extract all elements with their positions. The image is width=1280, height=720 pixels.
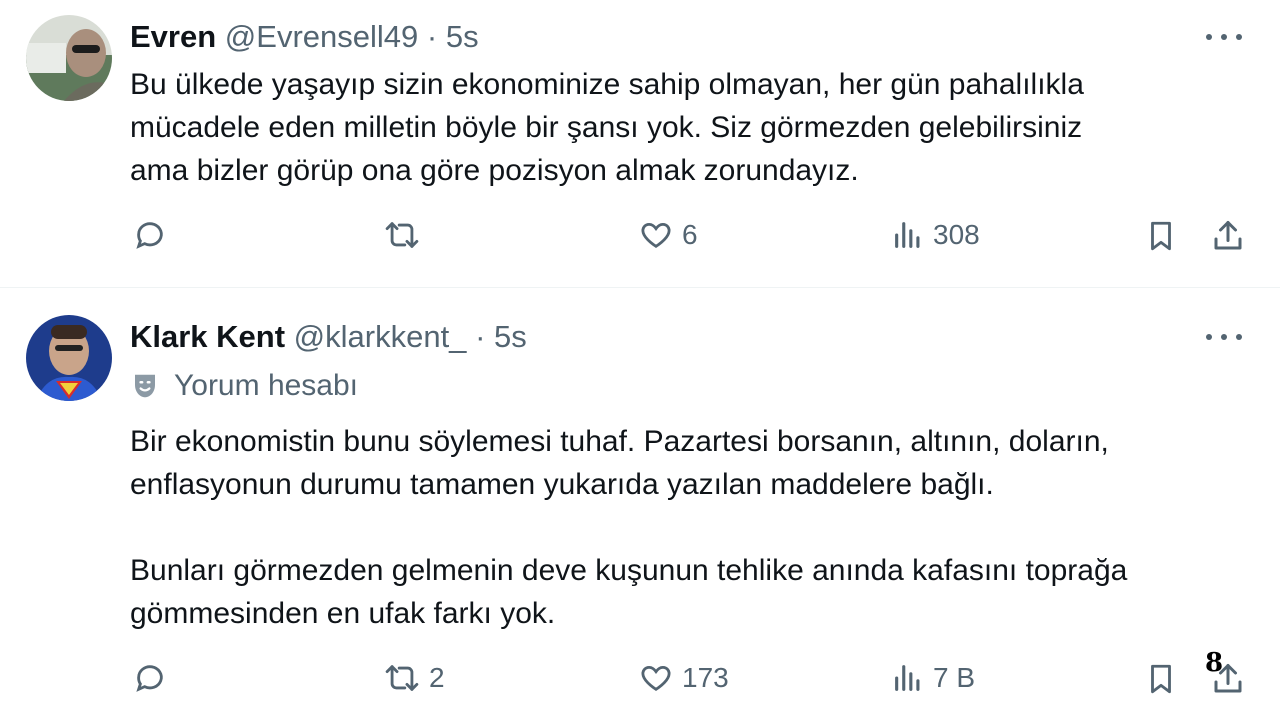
share-button[interactable] — [1210, 218, 1246, 254]
author-name[interactable]: Evren — [130, 19, 216, 54]
action-bar: 6 308 — [0, 218, 1280, 262]
overlay-number: 8 — [1205, 648, 1224, 678]
avatar[interactable] — [26, 315, 112, 401]
reply-icon — [136, 665, 163, 692]
separator: · — [475, 319, 486, 354]
retweet-icon — [385, 222, 419, 248]
action-bar: 2 173 7 B — [0, 661, 1280, 705]
tweet-text: Bu ülkede yaşayıp sizin ekonominize sahi… — [130, 68, 1084, 187]
tweet-header: Klark Kent @klarkkent_ · 5s — [130, 317, 527, 357]
like-count: 6 — [682, 219, 698, 250]
like-button[interactable]: 173 — [638, 661, 729, 695]
reply-icon — [136, 222, 163, 249]
bookmark-icon — [1151, 221, 1171, 251]
like-icon — [641, 222, 671, 248]
share-icon — [1214, 221, 1242, 250]
tweet-header: Evren @Evrensell49 · 5s — [130, 17, 479, 57]
views-count: 308 — [933, 219, 980, 250]
bookmark-button[interactable] — [1144, 661, 1178, 697]
views-icon — [895, 222, 920, 248]
views-count: 7 B — [933, 662, 976, 693]
retweet-count: 2 — [429, 662, 445, 693]
account-label: Yorum hesabı — [130, 369, 358, 403]
reply-button[interactable] — [133, 218, 175, 252]
separator: · — [426, 19, 438, 54]
tweet-text: Bir ekonomistin bunu söylemesi tuhaf. Pa… — [130, 425, 1128, 630]
author-handle[interactable]: @klarkkent_ — [294, 319, 467, 354]
retweet-icon — [385, 665, 419, 691]
parody-mask-icon — [135, 374, 155, 398]
like-button[interactable]: 6 — [638, 218, 698, 252]
views-button[interactable]: 7 B — [891, 661, 975, 695]
bookmark-icon — [1151, 664, 1171, 694]
retweet-button[interactable] — [383, 218, 429, 252]
bookmark-button[interactable] — [1144, 218, 1178, 254]
timestamp[interactable]: 5s — [494, 319, 527, 354]
avatar[interactable] — [26, 15, 112, 101]
tweet[interactable]: Evren @Evrensell49 · 5s Bu ülkede yaşayı… — [0, 0, 1280, 288]
timestamp[interactable]: 5s — [446, 19, 479, 54]
tweet[interactable]: Klark Kent @klarkkent_ · 5s Yorum hesabı… — [0, 288, 1280, 720]
views-icon — [895, 665, 920, 691]
author-name[interactable]: Klark Kent — [130, 319, 285, 354]
reply-button[interactable] — [133, 661, 175, 695]
author-handle[interactable]: @Evrensell49 — [225, 19, 418, 54]
account-label-text: Yorum hesabı — [174, 369, 359, 402]
views-button[interactable]: 308 — [891, 218, 980, 252]
retweet-button[interactable]: 2 — [383, 661, 445, 695]
like-count: 173 — [682, 662, 729, 693]
more-icon[interactable] — [1206, 27, 1242, 47]
like-icon — [641, 665, 671, 691]
more-icon[interactable] — [1206, 327, 1242, 347]
